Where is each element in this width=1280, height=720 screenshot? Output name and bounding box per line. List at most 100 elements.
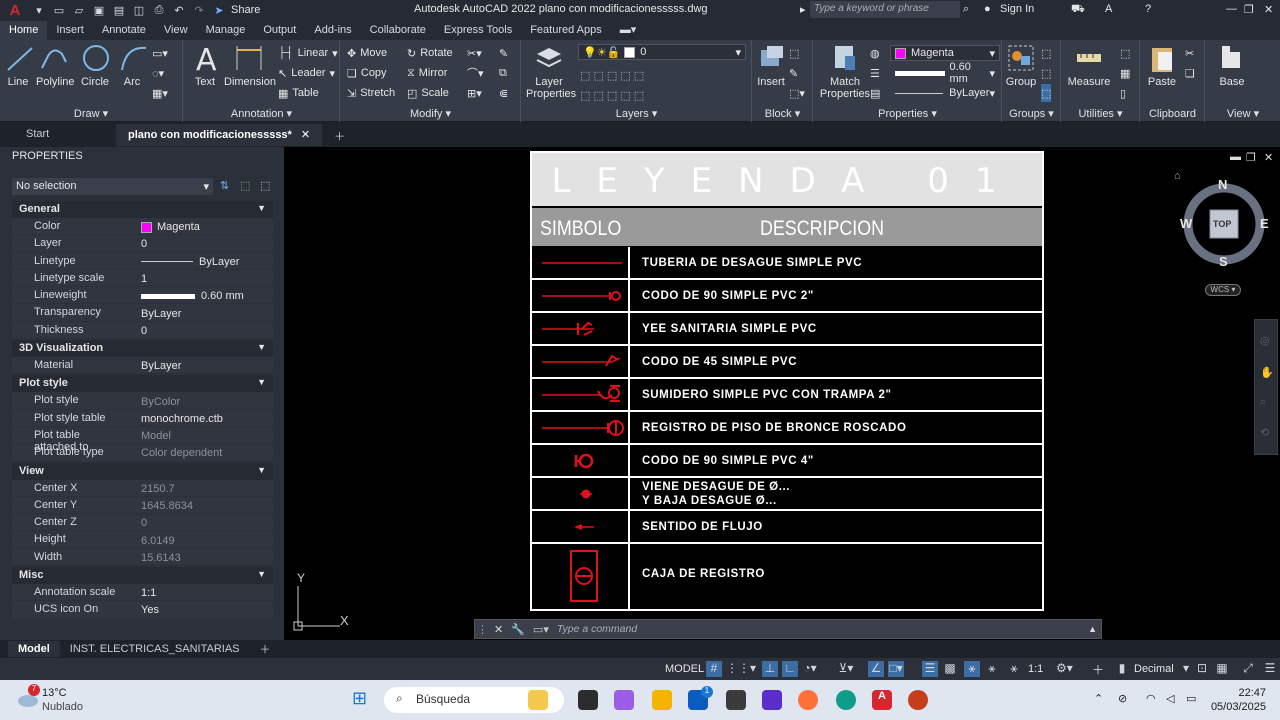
group-selection-icon[interactable]: ⬚ bbox=[1041, 84, 1052, 102]
compass-east[interactable]: E bbox=[1260, 216, 1269, 231]
table-button[interactable]: ▦ Table bbox=[278, 84, 319, 102]
prop-row[interactable]: Width 15.6143 bbox=[12, 548, 273, 567]
section-3d-visualization[interactable]: 3D Visualization ▼ bbox=[12, 340, 273, 358]
file-explorer-icon[interactable] bbox=[652, 690, 672, 710]
app-menu-chevron-icon[interactable]: ▾ bbox=[32, 4, 46, 17]
prop-row[interactable]: Plot style ByColor bbox=[12, 392, 273, 410]
clean-screen-icon[interactable]: ⤢ bbox=[1240, 661, 1256, 677]
selection-dropdown[interactable]: No selection ▾ bbox=[12, 178, 213, 195]
rectangle-icon[interactable]: ▭▾ bbox=[152, 44, 168, 62]
volume-icon[interactable]: ◁ bbox=[1166, 692, 1174, 705]
workspace-gear-icon[interactable]: ⚙▾ bbox=[1056, 661, 1073, 677]
prop-row[interactable]: Center X 2150.7 bbox=[12, 479, 273, 497]
ortho-icon[interactable]: ∟ bbox=[782, 661, 798, 677]
copilot-icon[interactable] bbox=[614, 690, 634, 710]
units-dropdown[interactable]: Decimal bbox=[1134, 663, 1174, 675]
wcs-menu[interactable]: WCS ▾ bbox=[1205, 284, 1241, 296]
minimize-icon[interactable]: — bbox=[1226, 3, 1237, 15]
viewcube[interactable]: N S W E TOP bbox=[1176, 174, 1272, 274]
prop-row[interactable]: Plot table attached to Model bbox=[12, 426, 273, 453]
battery-icon[interactable]: ▭ bbox=[1186, 692, 1196, 705]
move-button[interactable]: ✥ Move bbox=[347, 44, 387, 62]
viewport-restore-icon[interactable]: ❐ bbox=[1246, 151, 1256, 164]
group-edit-icon[interactable]: ⬚ bbox=[1041, 64, 1051, 82]
cut-icon[interactable]: ✂ bbox=[1185, 44, 1194, 62]
layer-tools-row1-icons[interactable]: ⬚ ⬚ ⬚ ⬚ ⬚ bbox=[580, 66, 644, 84]
orbit-icon[interactable]: ⟲ bbox=[1260, 426, 1269, 439]
tab-annotate[interactable]: Annotate bbox=[93, 21, 155, 40]
auto-scale-icon[interactable]: ⚹ bbox=[984, 661, 1000, 677]
restore-icon[interactable]: ❐ bbox=[1244, 3, 1254, 16]
redo-icon[interactable]: ↷ bbox=[192, 4, 206, 17]
sign-in-button[interactable]: Sign In bbox=[1000, 3, 1034, 15]
create-block-icon[interactable]: ⬚ bbox=[789, 44, 799, 62]
tab-addins[interactable]: Add-ins bbox=[305, 21, 360, 40]
annotation-scale-icon[interactable]: ⚹ bbox=[1006, 661, 1022, 677]
tab-featured-apps[interactable]: Featured Apps bbox=[521, 21, 611, 40]
circle-button[interactable]: Circle bbox=[80, 42, 110, 88]
search-icon[interactable]: ⌕ bbox=[963, 3, 969, 16]
model-space-toggle[interactable]: MODEL bbox=[665, 663, 704, 675]
windows-start-icon[interactable]: ⊞ bbox=[352, 688, 372, 708]
quick-select-props-icon[interactable]: ⬚ bbox=[260, 179, 270, 192]
object-snap-tracking-icon[interactable]: ∠ bbox=[868, 661, 884, 677]
polyline-button[interactable]: Polyline bbox=[36, 42, 75, 88]
prop-row[interactable]: Lineweight 0.60 mm bbox=[12, 287, 273, 305]
tab-view[interactable]: View bbox=[155, 21, 197, 40]
prop-row[interactable]: Material ByLayer bbox=[12, 357, 273, 375]
tab-output[interactable]: Output bbox=[254, 21, 305, 40]
offset-icon[interactable]: ⋐ bbox=[499, 84, 508, 102]
compass-north[interactable]: N bbox=[1218, 177, 1227, 192]
copy-clip-icon[interactable]: ❏ bbox=[1185, 64, 1195, 82]
command-prompt-icon[interactable]: ▭▾ bbox=[533, 623, 549, 636]
plus-icon[interactable]: ＋ bbox=[1090, 661, 1106, 677]
tray-chevron-icon[interactable]: ⌃ bbox=[1094, 692, 1103, 705]
linetype-dropdown[interactable]: ByLayer ▾ bbox=[890, 85, 1000, 101]
toggle-pickadd-icon[interactable]: ⇅ bbox=[220, 179, 229, 192]
units-arrow-icon[interactable]: ▾ bbox=[1178, 661, 1194, 677]
prop-row[interactable]: Thickness 0 bbox=[12, 321, 273, 340]
linear-button[interactable]: ├┤ Linear ▾ bbox=[278, 44, 338, 62]
clipboard-panel-title[interactable]: Clipboard bbox=[1141, 108, 1204, 120]
lineweight-display-icon[interactable]: ☰ bbox=[922, 661, 938, 677]
edge-icon[interactable] bbox=[836, 690, 856, 710]
open-file-icon[interactable]: ▱ bbox=[72, 4, 86, 17]
color-wheel-icon[interactable]: ◍ bbox=[870, 44, 880, 62]
new-tab-icon[interactable]: ＋ bbox=[322, 124, 357, 146]
section-plot-style[interactable]: Plot style ▼ bbox=[12, 375, 273, 393]
quick-select-icon[interactable]: ⬚ bbox=[1120, 44, 1130, 62]
annotation-scale-value[interactable]: 1:1 bbox=[1028, 663, 1043, 675]
layer-tools-row2-icons[interactable]: ⬚ ⬚ ⬚ ⬚ ⬚ bbox=[580, 86, 644, 104]
layers-panel-title[interactable]: Layers ▾ bbox=[522, 107, 751, 120]
new-file-icon[interactable]: ▭ bbox=[52, 4, 66, 17]
section-general[interactable]: General ▼ bbox=[12, 201, 273, 218]
text-button[interactable]: A Text bbox=[190, 42, 220, 88]
help-icon[interactable]: ? bbox=[1145, 3, 1151, 15]
wifi-icon[interactable]: ◠ bbox=[1146, 692, 1156, 705]
autocad-taskbar-icon[interactable]: A bbox=[872, 690, 892, 710]
task-view-icon[interactable] bbox=[578, 690, 598, 710]
object-snap-icon[interactable]: □▾ bbox=[888, 661, 904, 677]
ribbon-options-icon[interactable]: ▬▾ bbox=[611, 20, 646, 40]
tab-start[interactable]: Start bbox=[0, 124, 116, 146]
prop-row[interactable]: UCS icon On Yes bbox=[12, 601, 273, 619]
prop-row[interactable]: Height 6.0149 bbox=[12, 531, 273, 549]
command-customize-icon[interactable]: 🔧 bbox=[511, 623, 525, 636]
group-button[interactable]: Group bbox=[1005, 42, 1037, 88]
prop-row[interactable]: Center Y 1645.8634 bbox=[12, 496, 273, 515]
undo-icon[interactable]: ↶ bbox=[172, 4, 186, 17]
powerpoint-icon[interactable] bbox=[908, 690, 928, 710]
app-purple-icon[interactable] bbox=[762, 690, 782, 710]
prop-row[interactable]: Plot style table monochrome.ctb bbox=[12, 409, 273, 427]
properties-panel-title[interactable]: Properties ▾ bbox=[814, 107, 1001, 120]
prop-row[interactable]: Linetype scale 1 bbox=[12, 269, 273, 288]
insert-button[interactable]: Insert bbox=[755, 42, 787, 88]
legend-table[interactable]: LEYENDA 01 SIMBOLO DESCRIPCION TUBERIA D… bbox=[530, 151, 1044, 611]
array-icon[interactable]: ⊞▾ bbox=[467, 84, 482, 102]
ungroup-icon[interactable]: ⬚ bbox=[1041, 44, 1051, 62]
utilities-panel-title[interactable]: Utilities ▾ bbox=[1062, 107, 1139, 120]
prop-row[interactable]: Linetype ByLayer bbox=[12, 252, 273, 270]
share-button[interactable]: Share bbox=[231, 4, 260, 16]
fillet-icon[interactable]: ⌒▾ bbox=[467, 64, 484, 82]
save-icon[interactable]: ▣ bbox=[92, 4, 106, 17]
